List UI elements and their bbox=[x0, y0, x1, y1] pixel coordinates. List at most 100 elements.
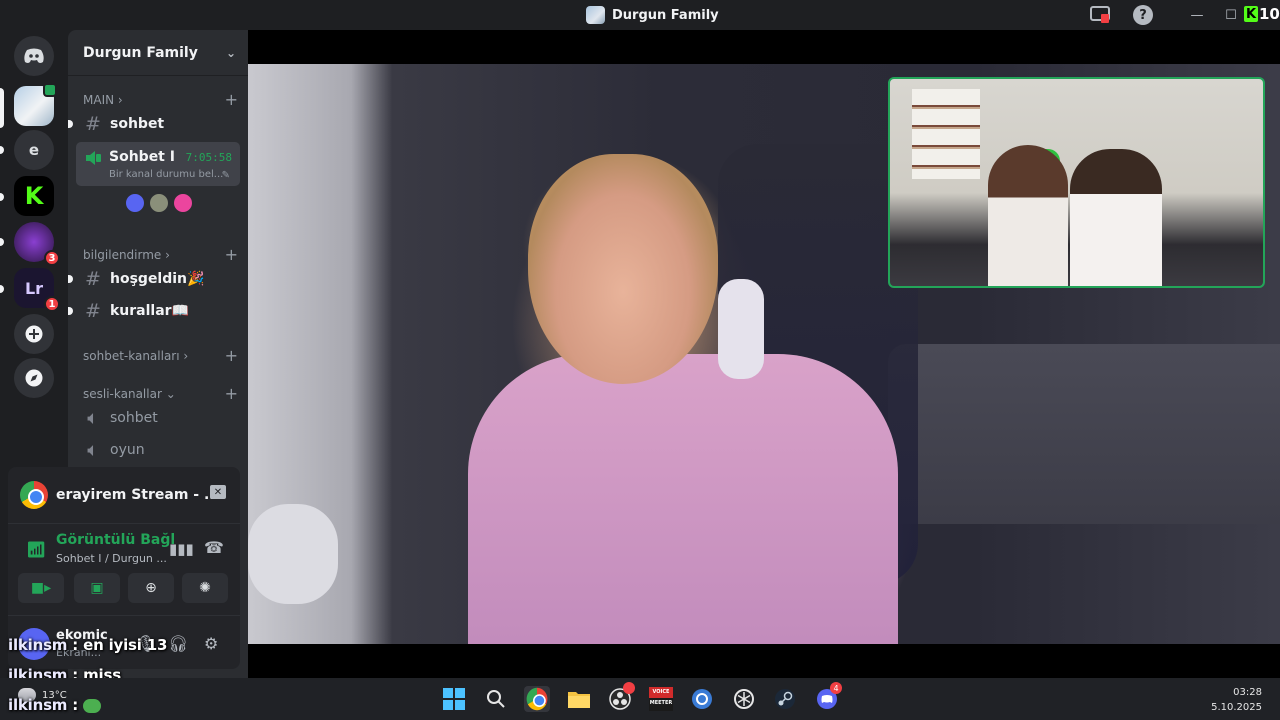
soundboard-button[interactable]: ✺ bbox=[182, 573, 228, 603]
picture-in-picture-video[interactable] bbox=[888, 77, 1265, 288]
stream-preview[interactable]: erayirem Stream - ... bbox=[20, 481, 220, 509]
voice-channel-name: Sohbet I bbox=[109, 149, 175, 165]
add-channel-icon[interactable]: + bbox=[225, 346, 238, 365]
server-purple[interactable]: 3 bbox=[14, 222, 60, 266]
connection-title[interactable]: Görüntülü Bağl bbox=[56, 532, 175, 548]
discord-taskbar-icon[interactable]: 4 bbox=[814, 682, 842, 712]
channel-hosgeldin-label: hoşgeldin🎉 bbox=[110, 271, 205, 287]
app-icon[interactable] bbox=[689, 686, 715, 712]
voicemeeter-icon[interactable]: VOICE MEETER bbox=[648, 686, 674, 712]
server-e[interactable]: e bbox=[14, 130, 54, 170]
category-sesli-kanallar-label: sesli-kanallar bbox=[83, 386, 162, 401]
chevron-right-icon: › bbox=[165, 247, 170, 262]
server-header[interactable]: Durgun Family ⌄ bbox=[68, 30, 248, 76]
stop-stream-icon[interactable]: ✕ bbox=[210, 485, 226, 499]
category-bilgilendirme[interactable]: bilgilendirme › + bbox=[83, 245, 238, 264]
unread-pill bbox=[0, 238, 4, 246]
signal-icon[interactable]: 📶︎ bbox=[26, 540, 46, 559]
activity-button[interactable]: ⊕ bbox=[128, 573, 174, 603]
hash-icon: # bbox=[85, 300, 101, 322]
add-channel-icon[interactable]: + bbox=[225, 245, 238, 264]
channel-kurallar[interactable]: # kurallar📖 bbox=[68, 296, 240, 326]
avatar[interactable] bbox=[148, 192, 170, 214]
camera-icon: ■▸ bbox=[30, 580, 52, 596]
pencil-icon[interactable]: ✎ bbox=[222, 170, 230, 181]
kick-logo-text: 10 bbox=[1259, 5, 1280, 23]
chrome-icon bbox=[526, 687, 548, 711]
camera-button[interactable]: ■▸ bbox=[18, 573, 64, 603]
gamepad-icon: ⊕ bbox=[145, 580, 157, 596]
folder-icon[interactable] bbox=[566, 686, 592, 712]
server-lr[interactable]: Lr 1 bbox=[14, 268, 60, 312]
mention-badge: 1 bbox=[44, 296, 60, 312]
server-icon bbox=[586, 6, 605, 24]
category-sohbet-kanallari[interactable]: sohbet-kanalları › + bbox=[83, 346, 238, 365]
connection-status: 📶︎ Görüntülü Bağl Sohbet I / Durgun ... … bbox=[8, 523, 240, 573]
server-durgun-family[interactable] bbox=[14, 83, 57, 126]
chat-line: ilkinsm : bbox=[8, 696, 102, 714]
screen-share-icon: ▣ bbox=[90, 580, 104, 596]
noise-suppression-icon[interactable]: ▮▮▮ bbox=[169, 540, 194, 558]
plus-icon[interactable] bbox=[14, 314, 54, 354]
search-icon[interactable] bbox=[483, 686, 509, 712]
category-main-label: MAIN bbox=[83, 92, 115, 107]
person-left bbox=[988, 145, 1068, 286]
voice-users bbox=[124, 192, 194, 214]
unread-pill bbox=[0, 285, 4, 293]
hash-icon: # bbox=[85, 268, 101, 290]
category-main[interactable]: MAIN › + bbox=[83, 90, 238, 109]
bed bbox=[888, 344, 1280, 524]
clock-date: 5.10.2025 bbox=[1211, 702, 1262, 713]
avatar[interactable] bbox=[124, 192, 146, 214]
connection-subtitle[interactable]: Sohbet I / Durgun ... bbox=[56, 552, 167, 565]
screen-share-button[interactable]: ▣ bbox=[74, 573, 120, 603]
headphones-icon[interactable]: 🎧︎ bbox=[168, 634, 188, 653]
stream-title: erayirem Stream - ... bbox=[56, 487, 220, 503]
maximize-button[interactable]: ☐ bbox=[1221, 5, 1241, 25]
chevron-right-icon: › bbox=[183, 348, 189, 363]
speaker-icon: 🔈︎ bbox=[87, 439, 99, 461]
unread-pill bbox=[0, 146, 4, 154]
voice-channel-sohbet-i[interactable]: Sohbet I 7:05:58 Bir kanal durumu bel...… bbox=[76, 142, 240, 186]
help-icon[interactable]: ? bbox=[1133, 5, 1153, 25]
window-title-text: Durgun Family bbox=[612, 7, 719, 23]
steam-icon[interactable] bbox=[772, 686, 798, 712]
stream-stage bbox=[248, 30, 1280, 678]
chevron-down-icon: ⌄ bbox=[225, 45, 236, 60]
server-e-label: e bbox=[28, 141, 40, 159]
disconnect-icon[interactable]: ☎︎ bbox=[204, 538, 224, 557]
plush-toy bbox=[248, 504, 338, 604]
chatgpt-icon[interactable] bbox=[731, 686, 757, 712]
hash-icon: # bbox=[85, 113, 101, 135]
channel-kurallar-label: kurallar📖 bbox=[110, 303, 190, 319]
channel-sohbet[interactable]: # sohbet bbox=[68, 109, 240, 139]
system-clock[interactable]: 03:28 5.10.2025 bbox=[1211, 685, 1262, 715]
category-sohbet-kanallari-label: sohbet-kanalları bbox=[83, 348, 180, 363]
selected-server-pill bbox=[0, 88, 4, 128]
add-channel-icon[interactable]: + bbox=[225, 90, 238, 109]
unread-indicator bbox=[68, 120, 73, 128]
unread-indicator bbox=[68, 307, 73, 315]
obs-icon[interactable] bbox=[607, 682, 635, 712]
add-channel-icon[interactable]: + bbox=[225, 384, 238, 403]
window-title: Durgun Family bbox=[586, 6, 719, 24]
avatar[interactable] bbox=[172, 192, 194, 214]
chat-text: : bbox=[67, 696, 84, 714]
windows-start-icon[interactable] bbox=[441, 686, 467, 712]
category-sesli-kanallar[interactable]: sesli-kanallar ⌄ + bbox=[83, 384, 238, 403]
server-kick[interactable]: K bbox=[14, 176, 54, 216]
voice-channel-oyun[interactable]: 🔈︎ oyun bbox=[76, 435, 240, 465]
minimize-button[interactable]: — bbox=[1187, 5, 1207, 25]
discord-icon[interactable] bbox=[14, 36, 54, 76]
kick-logo: K 10 bbox=[1244, 5, 1280, 23]
channel-hosgeldin[interactable]: # hoşgeldin🎉 bbox=[68, 264, 240, 294]
voice-channel-status: Bir kanal durumu bel... bbox=[109, 169, 224, 180]
inbox-icon[interactable] bbox=[1090, 5, 1110, 25]
voice-channel-sohbet[interactable]: 🔈︎ sohbet bbox=[76, 403, 240, 433]
chrome-taskbar-icon[interactable] bbox=[524, 686, 550, 712]
gear-icon[interactable]: ⚙ bbox=[204, 634, 218, 653]
recording-dot bbox=[623, 682, 635, 694]
voice-connected-icon bbox=[43, 83, 57, 97]
compass-icon[interactable] bbox=[14, 358, 54, 398]
chat-user: ilkinsm bbox=[8, 696, 68, 714]
